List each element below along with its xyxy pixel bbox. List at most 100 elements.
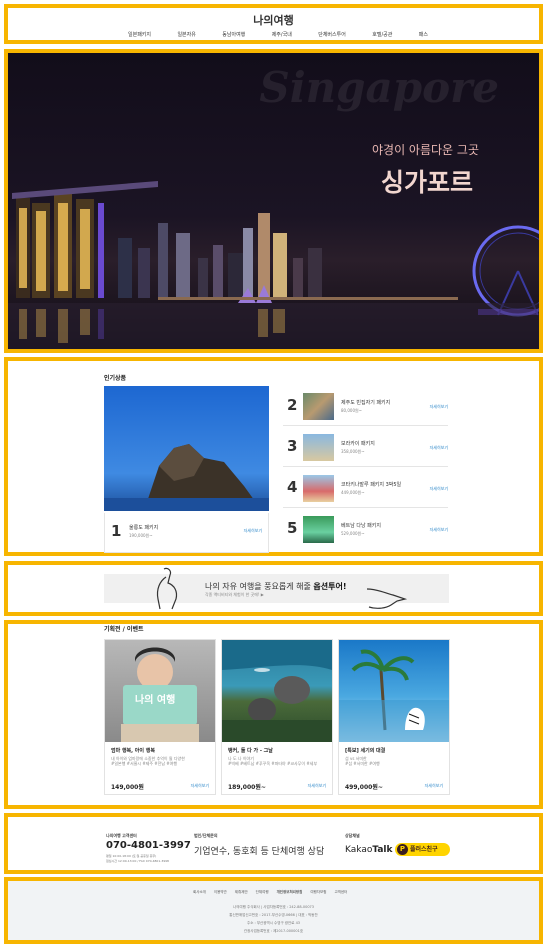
kakaotalk-logo-kakao: Kakao: [345, 845, 373, 855]
nav-item-japan-package[interactable]: 일본패키지: [128, 31, 151, 38]
option-tour-headline-bold: 옵션투어!: [313, 582, 347, 591]
popular-item-2-price: 80,000원~: [341, 408, 363, 413]
group-inquiry-label: 법인/단체문의: [194, 833, 218, 838]
hero-subtitle: 야경이 아름다운 그곳: [372, 143, 479, 157]
event-card-1[interactable]: 나의 여행 엄마 행복, 아이 행복 내 아이와 엄마랑에 소중한 추억이 될 …: [104, 639, 216, 795]
popular-item-2[interactable]: 2 제주도 빈집자기 패키지 80,000원~ 자세히보기: [283, 386, 448, 426]
popular-item-1-title: 울릉도 패키지: [129, 525, 159, 531]
popular-item-4[interactable]: 4 코타키나발루 패키지 3박5일 449,000원~ 자세히보기: [283, 468, 448, 508]
popular-item-3-rank: 3: [287, 437, 298, 455]
option-tour-banner[interactable]: 나의 자유 여행을 풍요롭게 해줄 옵션투어! 각종 액티비티와 체험이 한 곳…: [4, 561, 543, 616]
event-card-1-image: 나의 여행: [105, 640, 215, 742]
footer-link-terms[interactable]: 이용약관: [214, 890, 227, 895]
event-card-2-desc-line-2: #빅베 #베트남 #푸꾸옥 #파타야 #코사무이 #세부: [228, 761, 318, 766]
popular-item-4-rank: 4: [287, 478, 298, 496]
popular-item-3-link[interactable]: 자세히보기: [430, 445, 448, 451]
popular-item-3[interactable]: 3 보라카이 패키지 358,000원~ 자세히보기: [283, 427, 448, 467]
popular-item-2-link[interactable]: 자세히보기: [430, 404, 448, 410]
event-card-1-link[interactable]: 자세히보기: [191, 783, 209, 789]
site-header: 나의여행 일본패키지 일본자유 동남아여행 제주/국내 단체버스투어 호텔/공관…: [4, 4, 543, 44]
event-card-3-desc: 섬 vs 서미한 #섬 #서미한 #여행: [345, 756, 445, 766]
event-card-3[interactable]: [특보] 세기의 대결 섬 vs 서미한 #섬 #서미한 #여행 499,000…: [338, 639, 450, 795]
hero-image: Singapore 야경이 아름다운 그곳 싱가포르: [8, 53, 539, 349]
footer-info-line-3: 주소 : 부산광역시 수영구 광안로 43: [246, 921, 301, 925]
contact-section: 나의여행 고객센터 070-4801-3997 평일 10:00-18:00 (…: [4, 813, 543, 874]
event-card-2-image: [222, 640, 332, 742]
popular-item-5[interactable]: 5 베트남 다낭 패키지 529,000원~ 자세히보기: [283, 509, 448, 549]
plus-friend-button[interactable]: P 플러스친구: [395, 843, 450, 856]
footer-links: 회사소개 이용약관 제휴제안 단체여행 개인정보처리방침 여행자보험 고객센터: [193, 890, 347, 895]
popular-item-1-price: 190,000원~: [129, 533, 153, 538]
popular-item-3-title: 보라카이 패키지: [341, 441, 375, 447]
event-card-2-desc: 나 도 나 이야기 #빅베 #베트남 #푸꾸옥 #파타야 #코사무이 #세부: [228, 756, 328, 766]
hero-title: 싱가포르: [380, 168, 473, 197]
popular-item-5-price: 529,000원~: [341, 531, 365, 536]
nav-item-pass[interactable]: 패스: [419, 31, 428, 38]
popular-item-3-thumbnail: [303, 434, 334, 461]
customer-center-label: 나의여행 고객센터: [106, 833, 137, 838]
footer-link-company[interactable]: 회사소개: [193, 890, 206, 895]
event-card-2-link[interactable]: 자세히보기: [308, 783, 326, 789]
nav-item-southeast-asia[interactable]: 동남아여행: [222, 31, 245, 38]
event-card-2-price: 189,000원~: [228, 784, 266, 791]
site-footer: 회사소개 이용약관 제휴제안 단체여행 개인정보처리방침 여행자보험 고객센터 …: [4, 877, 543, 944]
event-card-1-price: 149,000원: [111, 784, 144, 791]
rock-island-illustration: [104, 444, 269, 511]
popular-list: 2 제주도 빈집자기 패키지 80,000원~ 자세히보기 3 보라카이 패키지…: [283, 386, 448, 553]
nav-item-group-bus-tour[interactable]: 단체버스투어: [318, 31, 346, 38]
nav-item-jeju-domestic[interactable]: 제주/국내: [272, 31, 292, 38]
popular-item-1-rank: 1: [111, 522, 122, 540]
event-card-3-title: [특보] 세기의 대결: [345, 748, 386, 754]
popular-item-5-rank: 5: [287, 519, 298, 537]
site-logo[interactable]: 나의여행: [8, 12, 539, 28]
popular-item-4-price: 449,000원~: [341, 490, 365, 495]
events-section: 기획전 / 이벤트 나의 여행 엄마 행복, 아이 행복 내 아이와 엄마랑에 …: [4, 620, 543, 809]
popular-item-2-thumbnail: [303, 393, 334, 420]
footer-link-insurance[interactable]: 여행자보험: [310, 890, 326, 895]
popular-products-section: 인기상품 1 울릉도 패키지 190,000원~ 자세히보기 2 제주도 빈집자…: [4, 357, 543, 556]
group-inquiry-text[interactable]: 기업연수, 동호회 등 단체여행 상담: [194, 844, 324, 857]
option-tour-subline: 각종 액티비티와 체험이 한 곳에! ▶: [205, 592, 264, 597]
hero-banner[interactable]: Singapore 야경이 아름다운 그곳 싱가포르: [4, 49, 543, 353]
event-card-1-image-text: 나의 여행: [135, 695, 176, 706]
footer-link-privacy[interactable]: 개인정보처리방침: [277, 890, 303, 895]
plus-friend-label: 플러스친구: [410, 846, 438, 853]
palm-tree-beach-illustration: [339, 649, 449, 742]
popular-item-5-link[interactable]: 자세히보기: [430, 527, 448, 533]
popular-item-4-link[interactable]: 자세히보기: [430, 486, 448, 492]
main-nav: 일본패키지 일본자유 동남아여행 제주/국내 단체버스투어 호텔/공관 패스: [128, 31, 428, 38]
footer-company-info: 나의여행 주식회사 | 사업자등록번호 : 242-88-00073 통신판매업…: [8, 903, 539, 935]
events-section-title: 기획전 / 이벤트: [104, 626, 144, 633]
event-card-1-desc-line-2: #일본행 #서울시 #제주 #전남 #여행: [111, 761, 178, 766]
popular-section-title: 인기상품: [104, 375, 127, 382]
child-holding-sign-illustration: [121, 647, 199, 742]
event-card-3-link[interactable]: 자세히보기: [425, 783, 443, 789]
popular-item-2-rank: 2: [287, 396, 298, 414]
popular-item-3-price: 358,000원~: [341, 449, 365, 454]
kakaotalk-logo-talk: Talk: [372, 845, 393, 855]
footer-link-customer-center[interactable]: 고객센터: [334, 890, 347, 895]
customer-center-phone[interactable]: 070-4801-3997: [106, 840, 191, 851]
plus-friend-icon: P: [397, 844, 408, 855]
footer-info-line-4: 관광사업등록번호 : 제2017-000001호: [243, 929, 304, 933]
event-card-3-desc-line-2: #섬 #서미한 #여행: [345, 761, 380, 766]
popular-item-1-image[interactable]: [104, 386, 269, 511]
popular-item-4-title: 코타키나발루 패키지 3박5일: [341, 482, 402, 488]
nav-item-hotel[interactable]: 호텔/공관: [372, 31, 392, 38]
nav-item-japan-free[interactable]: 일본자유: [177, 31, 195, 38]
event-card-1-title: 엄마 행복, 아이 행복: [111, 748, 155, 754]
option-tour-headline: 나의 자유 여행을 풍요롭게 해줄 옵션투어!: [205, 581, 347, 592]
kakaotalk-logo[interactable]: KakaoTalk: [345, 845, 392, 855]
popular-item-1-link[interactable]: 자세히보기: [244, 528, 262, 534]
footer-info-line-2: 통신판매업신고번호 : 2017-부산수영-0666 | 대표 : 박동찬: [229, 913, 318, 917]
footer-link-partnership[interactable]: 제휴제안: [235, 890, 248, 895]
event-card-2[interactable]: 뱅커, 둘 다 가 - 그날 나 도 나 이야기 #빅베 #베트남 #푸꾸옥 #…: [221, 639, 333, 795]
popular-item-5-thumbnail: [303, 516, 334, 543]
popular-item-2-title: 제주도 빈집자기 패키지: [341, 400, 391, 406]
footer-link-group-travel[interactable]: 단체여행: [256, 890, 269, 895]
event-card-3-price: 499,000원~: [345, 784, 383, 791]
popular-item-1-card[interactable]: 1 울릉도 패키지 190,000원~ 자세히보기: [104, 513, 269, 553]
elephant-boating-illustration: [222, 640, 332, 742]
hero-background-word: Singapore: [259, 63, 499, 112]
event-card-3-image: [339, 640, 449, 742]
